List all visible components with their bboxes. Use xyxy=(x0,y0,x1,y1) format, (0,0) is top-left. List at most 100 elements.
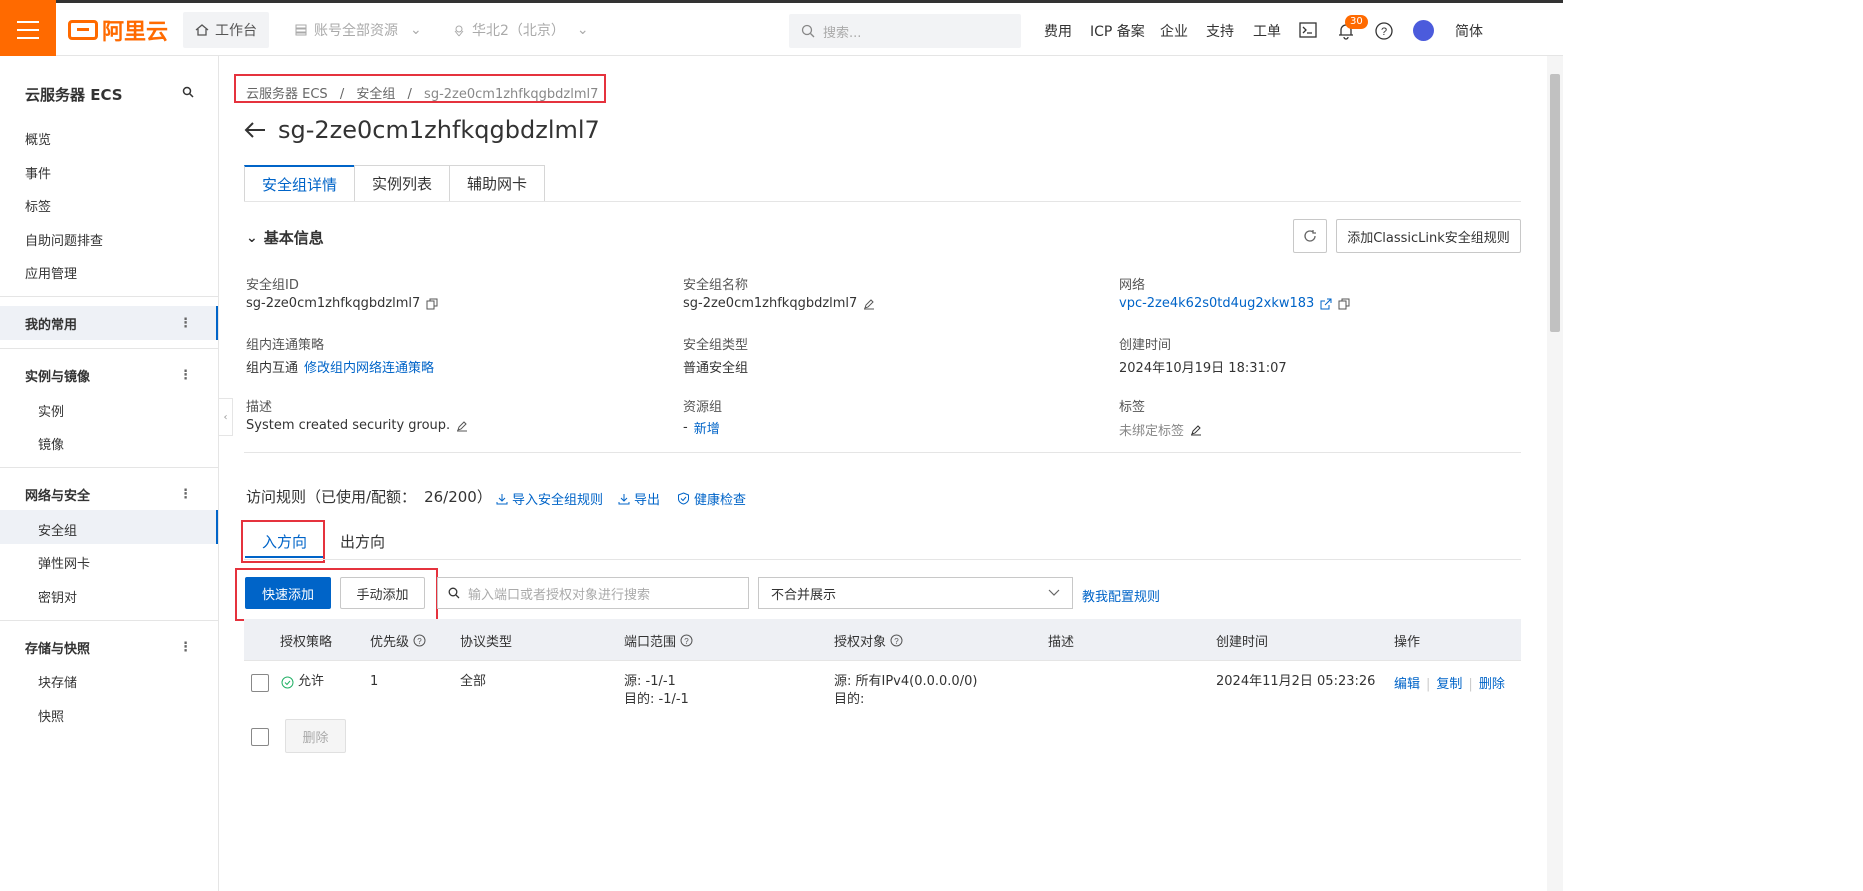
page-scrollbar[interactable] xyxy=(1547,56,1563,891)
network-label: 网络 xyxy=(1119,278,1146,293)
modify-intra-policy-link[interactable]: 修改组内网络连通策略 xyxy=(304,357,434,376)
help-icon[interactable]: ? xyxy=(680,634,693,647)
select-all-checkbox[interactable] xyxy=(251,728,269,746)
import-rules-link[interactable]: 导入安全组规则 xyxy=(496,489,603,508)
help-icon[interactable]: ? xyxy=(413,634,426,647)
delete-rule-link[interactable]: 删除 xyxy=(1479,677,1505,692)
tab-instance-list[interactable]: 实例列表 xyxy=(354,165,450,202)
help-icon[interactable]: ? xyxy=(890,634,903,647)
chevron-left-icon: ‹ xyxy=(223,411,228,423)
quick-add-button[interactable]: 快速添加 xyxy=(245,577,331,609)
divider xyxy=(0,467,218,468)
global-search-input[interactable]: 搜索... xyxy=(789,14,1021,48)
sidebar-item-app-management[interactable]: 应用管理 xyxy=(25,263,77,282)
back-arrow-icon[interactable] xyxy=(244,121,266,139)
shield-check-icon xyxy=(678,492,689,505)
breadcrumb-ecs[interactable]: 云服务器 ECS xyxy=(246,87,328,102)
language-switch[interactable]: 简体 xyxy=(1455,21,1483,41)
more-icon[interactable]: ⋮ xyxy=(179,640,192,655)
sg-name-field: sg-2ze0cm1zhfkqgbdzlml7 xyxy=(683,296,875,311)
region-dropdown[interactable]: 华北2（北京） ⌄ xyxy=(452,12,589,48)
sidebar-search-icon[interactable] xyxy=(182,86,194,98)
terminal-icon[interactable] xyxy=(1299,22,1317,38)
copy-icon[interactable] xyxy=(426,298,438,310)
edit-icon[interactable] xyxy=(863,298,875,310)
support-link[interactable]: 支持 xyxy=(1206,21,1234,41)
refresh-button[interactable] xyxy=(1293,219,1327,253)
aliyun-logo[interactable]: 阿里云 xyxy=(68,15,168,45)
svg-text:?: ? xyxy=(1381,26,1387,38)
row-policy-value: 允许 xyxy=(298,674,325,689)
action-separator: | xyxy=(1426,677,1431,692)
chevron-down-icon xyxy=(1048,589,1060,596)
help-icon[interactable]: ? xyxy=(1375,22,1393,40)
edit-rule-link[interactable]: 编辑 xyxy=(1394,677,1420,692)
network-field: vpc-2ze4k62s0td4ug2xkw183 xyxy=(1119,296,1350,311)
favorites-label: 我的常用 xyxy=(25,317,78,333)
sidebar-group-favorites[interactable]: 我的常用 ⋮ xyxy=(0,306,218,340)
ticket-link[interactable]: 工单 xyxy=(1253,21,1281,41)
row-checkbox[interactable] xyxy=(251,674,269,692)
sidebar-item-block-storage[interactable]: 块存储 xyxy=(38,672,77,691)
batch-delete-button[interactable]: 删除 xyxy=(285,719,346,753)
tab-inbound[interactable]: 入方向 xyxy=(262,531,307,552)
sidebar-group-instances[interactable]: 实例与镜像 ⋮ xyxy=(0,358,218,392)
hamburger-menu-icon[interactable] xyxy=(0,0,56,59)
sidebar-item-troubleshoot[interactable]: 自助问题排查 xyxy=(25,230,103,249)
sidebar-title: 云服务器 ECS xyxy=(25,86,123,104)
more-icon[interactable]: ⋮ xyxy=(179,316,192,331)
sidebar-item-key-pairs[interactable]: 密钥对 xyxy=(38,587,77,606)
tab-outbound[interactable]: 出方向 xyxy=(340,531,385,552)
intra-policy-field: 组内互通 修改组内网络连通策略 xyxy=(246,357,434,376)
desc-field: System created security group. xyxy=(246,418,468,433)
rule-search-input[interactable]: 输入端口或者授权对象进行搜索 xyxy=(437,577,749,609)
action-separator: | xyxy=(1468,677,1473,692)
scroll-thumb[interactable] xyxy=(1550,74,1560,332)
copy-rule-link[interactable]: 复制 xyxy=(1436,677,1462,692)
sidebar-item-eni[interactable]: 弹性网卡 xyxy=(38,553,90,572)
sidebar-item-overview[interactable]: 概览 xyxy=(25,129,51,148)
external-link-icon[interactable] xyxy=(1320,298,1332,310)
row-port-src: 源: -1/-1 xyxy=(624,674,676,689)
sidebar-group-storage[interactable]: 存储与快照 ⋮ xyxy=(0,630,218,664)
sidebar-collapse-handle[interactable]: ‹ xyxy=(219,398,233,436)
col-auth-policy: 授权策略 xyxy=(280,635,333,650)
sidebar-item-tags[interactable]: 标签 xyxy=(25,196,51,215)
add-resource-group-link[interactable]: 新增 xyxy=(694,418,720,437)
vpc-link[interactable]: vpc-2ze4k62s0td4ug2xkw183 xyxy=(1119,296,1314,311)
import-rules-label: 导入安全组规则 xyxy=(512,493,604,508)
region-label: 华北2（北京） xyxy=(472,23,565,39)
rules-title: 访问规则（已使用/配额： 26/200） xyxy=(246,486,492,507)
avatar[interactable] xyxy=(1413,20,1434,41)
more-icon[interactable]: ⋮ xyxy=(179,487,192,502)
tab-secondary-eni[interactable]: 辅助网卡 xyxy=(449,165,546,202)
billing-link[interactable]: 费用 xyxy=(1044,21,1072,41)
sidebar-item-events[interactable]: 事件 xyxy=(25,163,51,182)
search-placeholder: 搜索... xyxy=(823,25,862,41)
basic-info-header[interactable]: ⌄ 基本信息 xyxy=(246,227,324,248)
edit-icon[interactable] xyxy=(456,420,468,432)
enterprise-link[interactable]: 企业 xyxy=(1160,21,1188,41)
icp-link[interactable]: ICP 备案 xyxy=(1090,21,1145,41)
group-label: 网络与安全 xyxy=(25,488,91,504)
teach-config-link[interactable]: 教我配置规则 xyxy=(1082,586,1160,605)
sidebar-item-security-groups[interactable]: 安全组 xyxy=(38,520,77,539)
sidebar-item-snapshots[interactable]: 快照 xyxy=(38,706,64,725)
export-rules-link[interactable]: 导出 xyxy=(618,489,660,508)
row-policy: 允许 xyxy=(281,672,324,692)
display-mode-select[interactable]: 不合并展示 xyxy=(758,577,1073,609)
health-check-link[interactable]: 健康检查 xyxy=(677,489,746,508)
location-pin-icon xyxy=(454,25,464,37)
tab-sg-details[interactable]: 安全组详情 xyxy=(244,165,355,202)
edit-icon[interactable] xyxy=(1190,424,1202,436)
manual-add-button[interactable]: 手动添加 xyxy=(340,577,425,609)
sidebar-group-network-security[interactable]: 网络与安全 ⋮ xyxy=(0,477,218,511)
sidebar-item-instances[interactable]: 实例 xyxy=(38,401,64,420)
copy-icon[interactable] xyxy=(1338,298,1350,310)
workbench-button[interactable]: 工作台 xyxy=(183,12,269,48)
add-classiclink-button[interactable]: 添加ClassicLink安全组规则 xyxy=(1336,219,1521,253)
account-resources-dropdown[interactable]: 账号全部资源 ⌄ xyxy=(294,12,422,48)
more-icon[interactable]: ⋮ xyxy=(179,368,192,383)
sidebar-item-images[interactable]: 镜像 xyxy=(38,434,64,453)
breadcrumb-security-groups[interactable]: 安全组 xyxy=(356,87,395,102)
